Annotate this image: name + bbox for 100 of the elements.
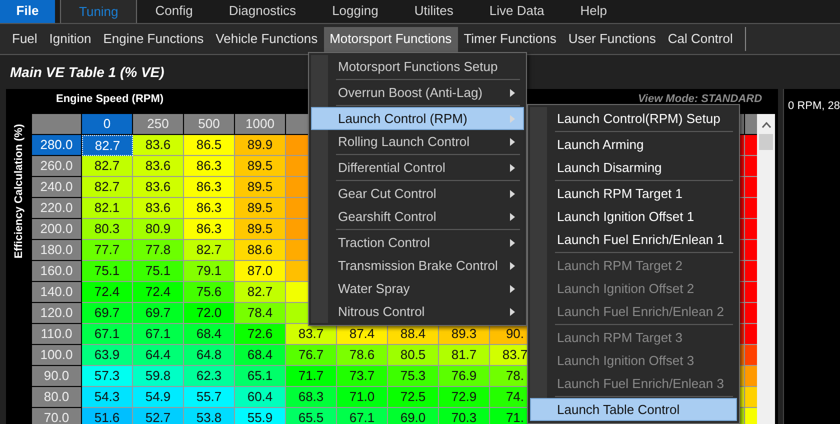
table-cell[interactable]: 80.3 [82,219,133,240]
table-cell[interactable]: 89.9 [235,135,286,156]
menu-item[interactable]: Launch Fuel Enrich/Enlean 1 [530,228,737,251]
table-cell[interactable]: 64.4 [133,345,184,366]
table-cell[interactable]: 83.6 [133,177,184,198]
table-cell[interactable]: 75.6 [184,282,235,303]
menu-item[interactable]: Water Spray [311,277,524,300]
table-cell[interactable]: 86.5 [184,135,235,156]
table-cell[interactable]: 69.7 [82,303,133,324]
table-cell[interactable]: 75.1 [82,261,133,282]
table-cell[interactable]: 82.7 [82,156,133,177]
ribbon-tab[interactable]: Help [562,0,626,23]
table-cell[interactable]: 59.8 [133,366,184,387]
table-cell[interactable]: 77.8 [133,240,184,261]
ribbon-tab[interactable]: Live Data [471,0,562,23]
table-cell[interactable]: 57.3 [82,366,133,387]
table-cell[interactable]: 82.7 [82,135,133,156]
function-tab[interactable]: Fuel [6,26,44,52]
table-cell[interactable]: 62.3 [184,366,235,387]
table-cell[interactable]: 72.5 [388,387,439,408]
table-cell[interactable]: 52.7 [133,408,184,424]
table-cell[interactable]: 86.3 [184,219,235,240]
table-cell[interactable]: 73.7 [337,366,388,387]
table-cell[interactable]: 72.0 [184,303,235,324]
menu-item[interactable]: Differential Control [311,156,524,179]
function-tab[interactable]: User Functions [562,26,662,52]
table-cell[interactable]: 65.1 [235,366,286,387]
function-tab[interactable]: Timer Functions [458,26,562,52]
table-cell[interactable]: 78.4 [235,303,286,324]
menu-item[interactable]: Traction Control [311,231,524,254]
table-cell[interactable]: 75.3 [388,366,439,387]
table-cell[interactable]: 89.3 [439,324,490,345]
column-header[interactable]: 0 [82,114,133,135]
table-cell[interactable]: 80.9 [133,219,184,240]
table-cell[interactable]: 83.6 [133,135,184,156]
table-cell[interactable]: 78.6 [337,345,388,366]
function-tab[interactable]: Cal Control [662,26,739,52]
table-cell[interactable]: 77.7 [82,240,133,261]
table-cell[interactable]: 83.6 [133,156,184,177]
table-cell[interactable]: 86.3 [184,198,235,219]
menu-item[interactable]: Rolling Launch Control [311,130,524,153]
file-button[interactable]: File [0,0,55,23]
table-cell[interactable]: 55.7 [184,387,235,408]
table-cell[interactable]: 72.9 [439,387,490,408]
table-cell[interactable]: 71.0 [337,387,388,408]
menu-item[interactable]: Transmission Brake Control [311,254,524,277]
table-cell[interactable]: 72.4 [82,282,133,303]
table-cell[interactable]: 76.9 [439,366,490,387]
table-cell[interactable]: 67.1 [133,324,184,345]
table-cell[interactable]: 67.1 [82,324,133,345]
table-cell[interactable]: 63.9 [82,345,133,366]
table-cell[interactable]: 55.9 [235,408,286,424]
table-cell[interactable]: 54.3 [82,387,133,408]
ribbon-tab[interactable]: Diagnostics [210,0,314,23]
ribbon-tab[interactable]: Logging [314,0,396,23]
table-cell[interactable]: 76.7 [286,345,337,366]
table-cell[interactable]: 86.3 [184,177,235,198]
table-cell[interactable]: 69.0 [388,408,439,424]
table-cell[interactable]: 75.1 [133,261,184,282]
table-cell[interactable]: 53.8 [184,408,235,424]
function-tab[interactable]: Engine Functions [97,26,210,52]
table-cell[interactable]: 83.7 [286,324,337,345]
menu-item[interactable]: Launch Ignition Offset 1 [530,205,737,228]
table-cell[interactable]: 83.6 [133,198,184,219]
table-cell[interactable]: 87.0 [235,261,286,282]
table-cell[interactable]: 65.5 [286,408,337,424]
table-cell[interactable]: 71.7 [286,366,337,387]
table-cell[interactable]: 87.4 [337,324,388,345]
table-cell[interactable]: 68.4 [184,324,235,345]
ribbon-tab[interactable]: Utilites [396,0,472,23]
table-cell[interactable]: 81.7 [439,345,490,366]
menu-item[interactable]: Nitrous Control [311,300,524,323]
table-cell[interactable]: 51.6 [82,408,133,424]
table-cell[interactable]: 89.5 [235,177,286,198]
table-cell[interactable]: 86.3 [184,156,235,177]
menu-item[interactable]: Launch Disarming [530,156,737,179]
menu-item[interactable]: Gearshift Control [311,205,524,228]
table-cell[interactable]: 88.4 [388,324,439,345]
function-tab[interactable]: Ignition [43,26,98,52]
menu-item[interactable]: Launch Table Control [530,398,737,421]
table-cell[interactable]: 68.3 [286,387,337,408]
table-cell[interactable]: 70.3 [439,408,490,424]
row-header[interactable]: 280.0 [32,135,82,156]
table-cell[interactable]: 82.7 [82,177,133,198]
function-tab[interactable]: Vehicle Functions [210,26,324,52]
table-cell[interactable]: 82.1 [82,198,133,219]
table-cell[interactable]: 68.4 [235,345,286,366]
table-cell[interactable]: 72.4 [133,282,184,303]
table-cell[interactable]: 88.6 [235,240,286,261]
menu-item[interactable]: Launch Arming [530,133,737,156]
ribbon-tab[interactable]: Config [137,0,211,23]
menu-item[interactable]: Overrun Boost (Anti-Lag) [311,81,524,104]
table-cell[interactable]: 80.5 [388,345,439,366]
table-cell[interactable]: 82.7 [235,282,286,303]
menu-item[interactable]: Launch RPM Target 1 [530,182,737,205]
table-cell[interactable]: 54.9 [133,387,184,408]
table-cell[interactable]: 89.5 [235,219,286,240]
table-cell[interactable]: 89.5 [235,198,286,219]
function-tab[interactable]: Motorsport Functions [324,26,458,52]
table-cell[interactable]: 79.1 [184,261,235,282]
